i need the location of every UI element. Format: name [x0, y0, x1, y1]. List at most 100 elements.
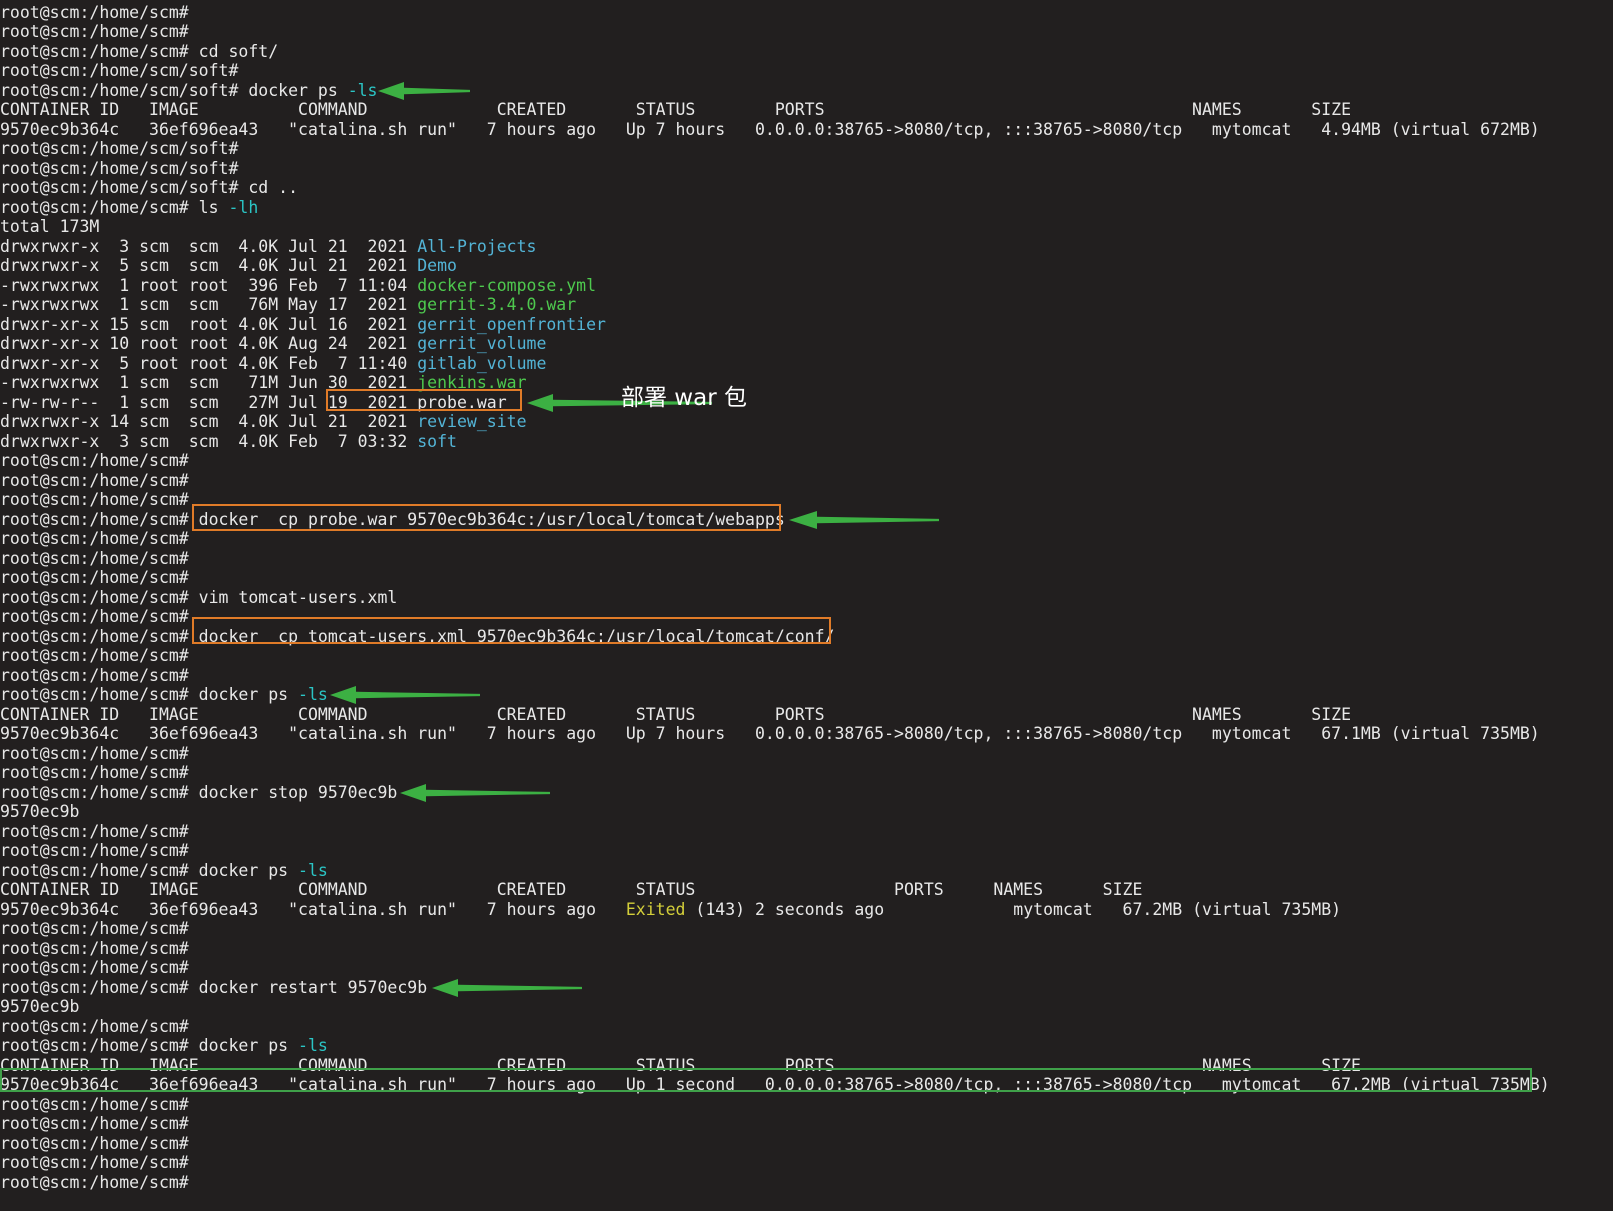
terminal-text-span: root@scm:/home/scm/soft# docker ps	[0, 81, 348, 100]
terminal-line: root@scm:/home/scm#	[0, 958, 189, 978]
terminal-text-span: drwxrwxr-x 14 scm scm 4.0K Jul 21 2021	[0, 412, 418, 431]
terminal-text-span: -ls	[298, 861, 328, 880]
terminal-text-span: root@scm:/home/scm# docker cp tomcat-use…	[0, 627, 835, 646]
terminal-text-span: root@scm:/home/scm#	[0, 763, 189, 782]
terminal-line: -rwxrwxrwx 1 scm scm 76M May 17 2021 ger…	[0, 295, 576, 315]
terminal-line: root@scm:/home/scm#	[0, 822, 189, 842]
terminal-line: drwxrwxr-x 3 scm scm 4.0K Feb 7 03:32 so…	[0, 432, 457, 452]
terminal-line: root@scm:/home/scm# ls -lh	[0, 198, 258, 218]
terminal-line: root@scm:/home/scm#	[0, 607, 189, 627]
terminal-text-span: root@scm:/home/scm#	[0, 1153, 189, 1172]
terminal-line: root@scm:/home/scm/soft#	[0, 139, 238, 159]
terminal-line: 9570ec9b364c 36ef696ea43 "catalina.sh ru…	[0, 120, 1540, 140]
arrow-docker-ps-ls-second	[330, 686, 480, 704]
terminal-text-span: drwxrwxr-x 5 scm scm 4.0K Jul 21 2021	[0, 256, 418, 275]
annotation-note-deploy-war: 部署 war 包	[621, 385, 747, 411]
terminal-text-span: review_site	[417, 412, 527, 431]
terminal-line: root@scm:/home/scm/soft# cd ..	[0, 178, 298, 198]
terminal-line: root@scm:/home/scm#	[0, 1153, 189, 1173]
terminal-text-span: root@scm:/home/scm#	[0, 451, 189, 470]
terminal-text-span: total 173M	[0, 217, 100, 236]
terminal-line: CONTAINER ID IMAGE COMMAND CREATED STATU…	[0, 100, 1351, 120]
terminal-line: root@scm:/home/scm#	[0, 568, 189, 588]
terminal-text-span: root@scm:/home/scm# docker stop 9570ec9b	[0, 783, 398, 802]
terminal-text-span: gitlab_volume	[417, 354, 547, 373]
terminal-text-span: root@scm:/home/scm# ls	[0, 198, 229, 217]
terminal-line: drwxrwxr-x 14 scm scm 4.0K Jul 21 2021 r…	[0, 412, 527, 432]
terminal-text-span: root@scm:/home/scm#	[0, 529, 189, 548]
terminal-line: drwxr-xr-x 15 scm root 4.0K Jul 16 2021 …	[0, 315, 606, 335]
terminal-text-span: root@scm:/home/scm#	[0, 549, 189, 568]
terminal-text-span: root@scm:/home/scm/soft# cd ..	[0, 178, 299, 197]
terminal-line: root@scm:/home/scm#	[0, 549, 189, 569]
terminal-text-span: root@scm:/home/scm# docker ps	[0, 1036, 299, 1055]
terminal-line: 9570ec9b	[0, 802, 79, 822]
terminal-text-span: 9570ec9b364c 36ef696ea43 "catalina.sh ru…	[0, 120, 1540, 139]
terminal-text-span: root@scm:/home/scm# docker ps	[0, 685, 299, 704]
terminal-text-span: drwxrwxr-x 3 scm scm 4.0K Feb 7 03:32	[0, 432, 418, 451]
terminal-text-span: root@scm:/home/scm/soft#	[0, 61, 239, 80]
terminal-text-span: 9570ec9b364c 36ef696ea43 "catalina.sh ru…	[0, 900, 626, 919]
terminal-text-span: drwxrwxr-x 3 scm scm 4.0K Jul 21 2021	[0, 237, 418, 256]
terminal-line: CONTAINER ID IMAGE COMMAND CREATED STATU…	[0, 705, 1351, 725]
terminal-text-span: drwxr-xr-x 10 root root 4.0K Aug 24 2021	[0, 334, 418, 353]
terminal-text-span: root@scm:/home/scm#	[0, 1017, 189, 1036]
terminal-line: 9570ec9b364c 36ef696ea43 "catalina.sh ru…	[0, 724, 1540, 744]
terminal-text-span: root@scm:/home/scm#	[0, 666, 189, 685]
terminal-text-span: drwxr-xr-x 5 root root 4.0K Feb 7 11:40	[0, 354, 418, 373]
terminal-line: total 173M	[0, 217, 99, 237]
arrow-docker-cp-war	[789, 511, 939, 529]
terminal-line: drwxrwxr-x 5 scm scm 4.0K Jul 21 2021 De…	[0, 256, 457, 276]
terminal-text-span: root@scm:/home/scm# cd soft/	[0, 42, 279, 61]
terminal-text-span: root@scm:/home/scm#	[0, 22, 189, 41]
terminal-text-span: 9570ec9b	[0, 802, 80, 821]
terminal-line: root@scm:/home/scm#	[0, 3, 189, 23]
terminal-line: root@scm:/home/scm#	[0, 763, 189, 783]
terminal-text-span: root@scm:/home/scm#	[0, 1114, 189, 1133]
terminal-line: drwxr-xr-x 10 root root 4.0K Aug 24 2021…	[0, 334, 546, 354]
terminal-line: root@scm:/home/scm#	[0, 529, 189, 549]
terminal-line: root@scm:/home/scm#	[0, 22, 189, 42]
terminal-text-span: root@scm:/home/scm# docker restart 9570e…	[0, 978, 428, 997]
terminal-line: root@scm:/home/scm#	[0, 490, 189, 510]
terminal-text-span: root@scm:/home/scm#	[0, 1173, 189, 1192]
terminal-text-span: gerrit_openfrontier	[417, 315, 606, 334]
terminal-line: 9570ec9b364c 36ef696ea43 "catalina.sh ru…	[0, 900, 1341, 920]
terminal-line: root@scm:/home/scm#	[0, 841, 189, 861]
terminal-line: CONTAINER ID IMAGE COMMAND CREATED STATU…	[0, 880, 1142, 900]
terminal-text-span: (143) 2 seconds ago mytomcat 67.2MB (vir…	[685, 900, 1342, 919]
terminal-line: root@scm:/home/scm# docker ps -ls	[0, 861, 328, 881]
terminal-line: -rwxrwxrwx 1 scm scm 71M Jun 30 2021 jen…	[0, 373, 527, 393]
terminal-text-span: 9570ec9b	[0, 997, 80, 1016]
arrow-docker-restart	[432, 979, 582, 997]
terminal-line: root@scm:/home/scm# cd soft/	[0, 42, 278, 62]
terminal-line: root@scm:/home/scm/soft# docker ps -ls	[0, 81, 378, 101]
terminal-text-span: -ls	[347, 81, 378, 100]
terminal-text-span: docker-compose.yml	[417, 276, 597, 295]
terminal-line: root@scm:/home/scm#	[0, 451, 189, 471]
terminal-line: drwxr-xr-x 5 root root 4.0K Feb 7 11:40 …	[0, 354, 546, 374]
terminal-text-span: CONTAINER ID IMAGE COMMAND CREATED STATU…	[0, 705, 1352, 724]
terminal-text-span: Exited	[625, 900, 686, 919]
terminal-line: drwxrwxr-x 3 scm scm 4.0K Jul 21 2021 Al…	[0, 237, 536, 257]
terminal-line: root@scm:/home/scm# docker ps -ls	[0, 1036, 328, 1056]
terminal-text-span: gerrit-3.4.0.war	[417, 295, 577, 314]
terminal-line: -rwxrwxrwx 1 root root 396 Feb 7 11:04 d…	[0, 276, 596, 296]
terminal-text-span: root@scm:/home/scm#	[0, 568, 189, 587]
terminal-text-span: -ls	[298, 685, 328, 704]
terminal-line: 9570ec9b	[0, 997, 79, 1017]
terminal-line: root@scm:/home/scm/soft#	[0, 61, 238, 81]
terminal-text-span: drwxr-xr-x 15 scm root 4.0K Jul 16 2021	[0, 315, 418, 334]
terminal-line: -rw-rw-r-- 1 scm scm 27M Jul 19 2021 pro…	[0, 393, 507, 413]
terminal-text-span: root@scm:/home/scm#	[0, 1134, 189, 1153]
terminal-text-span: root@scm:/home/scm#	[0, 3, 189, 22]
terminal-text-span: -lh	[228, 198, 259, 217]
terminal-text-span: CONTAINER ID IMAGE COMMAND CREATED STATU…	[0, 880, 1143, 899]
terminal-text-span: Demo	[417, 256, 457, 275]
terminal-text-span: All-Projects	[417, 237, 537, 256]
terminal-line: root@scm:/home/scm#	[0, 1095, 189, 1115]
terminal-line: root@scm:/home/scm#	[0, 471, 189, 491]
terminal-line: root@scm:/home/scm#	[0, 744, 189, 764]
terminal-window[interactable]: root@scm:/home/scm# root@scm:/home/scm# ro…	[0, 0, 1613, 1211]
terminal-line: root@scm:/home/scm#	[0, 1134, 189, 1154]
